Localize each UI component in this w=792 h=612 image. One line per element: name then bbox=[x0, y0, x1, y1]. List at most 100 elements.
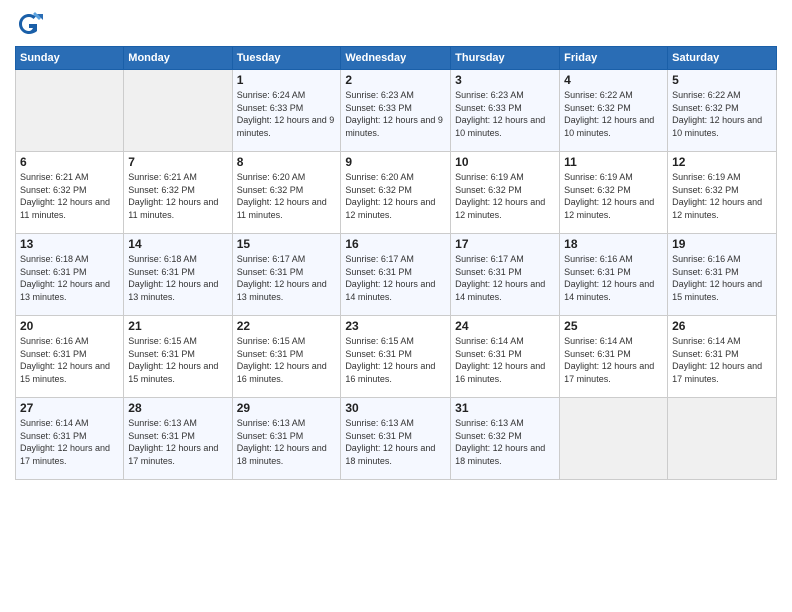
weekday-header-sunday: Sunday bbox=[16, 47, 124, 70]
day-number: 4 bbox=[564, 73, 663, 87]
logo-icon bbox=[15, 10, 43, 38]
day-info: Sunrise: 6:21 AM Sunset: 6:32 PM Dayligh… bbox=[128, 171, 227, 221]
calendar-body: 1 Sunrise: 6:24 AM Sunset: 6:33 PM Daylig… bbox=[16, 70, 777, 480]
calendar-cell: 23 Sunrise: 6:15 AM Sunset: 6:31 PM Dayli… bbox=[341, 316, 451, 398]
day-info: Sunrise: 6:17 AM Sunset: 6:31 PM Dayligh… bbox=[237, 253, 337, 303]
calendar-cell: 17 Sunrise: 6:17 AM Sunset: 6:31 PM Dayli… bbox=[451, 234, 560, 316]
day-number: 25 bbox=[564, 319, 663, 333]
day-number: 2 bbox=[345, 73, 446, 87]
day-info: Sunrise: 6:20 AM Sunset: 6:32 PM Dayligh… bbox=[237, 171, 337, 221]
day-info: Sunrise: 6:15 AM Sunset: 6:31 PM Dayligh… bbox=[345, 335, 446, 385]
day-number: 22 bbox=[237, 319, 337, 333]
day-number: 16 bbox=[345, 237, 446, 251]
day-info: Sunrise: 6:14 AM Sunset: 6:31 PM Dayligh… bbox=[564, 335, 663, 385]
weekday-header-tuesday: Tuesday bbox=[232, 47, 341, 70]
day-number: 6 bbox=[20, 155, 119, 169]
weekday-header-saturday: Saturday bbox=[668, 47, 777, 70]
calendar-cell: 1 Sunrise: 6:24 AM Sunset: 6:33 PM Daylig… bbox=[232, 70, 341, 152]
day-number: 18 bbox=[564, 237, 663, 251]
day-info: Sunrise: 6:17 AM Sunset: 6:31 PM Dayligh… bbox=[455, 253, 555, 303]
calendar-cell: 31Sunrise: 6:13 AM Sunset: 6:32 PM Dayli… bbox=[451, 398, 560, 480]
calendar-cell bbox=[16, 70, 124, 152]
day-number: 8 bbox=[237, 155, 337, 169]
calendar-cell: 29 Sunrise: 6:13 AM Sunset: 6:31 PM Dayli… bbox=[232, 398, 341, 480]
weekday-header-row: SundayMondayTuesdayWednesdayThursdayFrid… bbox=[16, 47, 777, 70]
weekday-header-thursday: Thursday bbox=[451, 47, 560, 70]
calendar-cell: 6Sunrise: 6:21 AM Sunset: 6:32 PM Daylig… bbox=[16, 152, 124, 234]
calendar-cell: 21 Sunrise: 6:15 AM Sunset: 6:31 PM Dayli… bbox=[124, 316, 232, 398]
calendar-cell: 11 Sunrise: 6:19 AM Sunset: 6:32 PM Dayli… bbox=[560, 152, 668, 234]
weekday-header-wednesday: Wednesday bbox=[341, 47, 451, 70]
day-info: Sunrise: 6:23 AM Sunset: 6:33 PM Dayligh… bbox=[455, 89, 555, 139]
day-number: 17 bbox=[455, 237, 555, 251]
calendar-cell: 12 Sunrise: 6:19 AM Sunset: 6:32 PM Dayli… bbox=[668, 152, 777, 234]
calendar-page: SundayMondayTuesdayWednesdayThursdayFrid… bbox=[0, 0, 792, 612]
weekday-header-friday: Friday bbox=[560, 47, 668, 70]
calendar-week-4: 20 Sunrise: 6:16 AM Sunset: 6:31 PM Dayli… bbox=[16, 316, 777, 398]
calendar-cell: 25 Sunrise: 6:14 AM Sunset: 6:31 PM Dayli… bbox=[560, 316, 668, 398]
day-number: 11 bbox=[564, 155, 663, 169]
day-number: 29 bbox=[237, 401, 337, 415]
calendar-cell: 24 Sunrise: 6:14 AM Sunset: 6:31 PM Dayli… bbox=[451, 316, 560, 398]
day-info: Sunrise: 6:18 AM Sunset: 6:31 PM Dayligh… bbox=[128, 253, 227, 303]
calendar-table: SundayMondayTuesdayWednesdayThursdayFrid… bbox=[15, 46, 777, 480]
day-info: Sunrise: 6:16 AM Sunset: 6:31 PM Dayligh… bbox=[672, 253, 772, 303]
header bbox=[15, 10, 777, 38]
calendar-cell: 13Sunrise: 6:18 AM Sunset: 6:31 PM Dayli… bbox=[16, 234, 124, 316]
calendar-cell: 7 Sunrise: 6:21 AM Sunset: 6:32 PM Daylig… bbox=[124, 152, 232, 234]
day-info: Sunrise: 6:24 AM Sunset: 6:33 PM Dayligh… bbox=[237, 89, 337, 139]
calendar-cell bbox=[124, 70, 232, 152]
day-info: Sunrise: 6:14 AM Sunset: 6:31 PM Dayligh… bbox=[455, 335, 555, 385]
weekday-header-monday: Monday bbox=[124, 47, 232, 70]
calendar-cell: 4 Sunrise: 6:22 AM Sunset: 6:32 PM Daylig… bbox=[560, 70, 668, 152]
day-info: Sunrise: 6:15 AM Sunset: 6:31 PM Dayligh… bbox=[237, 335, 337, 385]
calendar-cell: 16 Sunrise: 6:17 AM Sunset: 6:31 PM Dayli… bbox=[341, 234, 451, 316]
day-info: Sunrise: 6:17 AM Sunset: 6:31 PM Dayligh… bbox=[345, 253, 446, 303]
calendar-week-2: 6 Sunrise: 6:21 AM Sunset: 6:32 PM Daylig… bbox=[16, 152, 777, 234]
day-number: 1 bbox=[237, 73, 337, 87]
day-number: 3 bbox=[455, 73, 555, 87]
calendar-cell: 10Sunrise: 6:19 AM Sunset: 6:32 PM Dayli… bbox=[451, 152, 560, 234]
day-info: Sunrise: 6:19 AM Sunset: 6:32 PM Dayligh… bbox=[672, 171, 772, 221]
day-info: Sunrise: 6:13 AM Sunset: 6:31 PM Dayligh… bbox=[237, 417, 337, 467]
day-number: 30 bbox=[345, 401, 446, 415]
day-info: Sunrise: 6:22 AM Sunset: 6:32 PM Dayligh… bbox=[564, 89, 663, 139]
day-number: 20 bbox=[20, 319, 119, 333]
day-number: 15 bbox=[237, 237, 337, 251]
day-number: 27 bbox=[20, 401, 119, 415]
day-number: 13 bbox=[20, 237, 119, 251]
day-info: Sunrise: 6:19 AM Sunset: 6:32 PM Dayligh… bbox=[564, 171, 663, 221]
day-number: 19 bbox=[672, 237, 772, 251]
calendar-cell: 22 Sunrise: 6:15 AM Sunset: 6:31 PM Dayli… bbox=[232, 316, 341, 398]
day-number: 24 bbox=[455, 319, 555, 333]
calendar-cell: 19 Sunrise: 6:16 AM Sunset: 6:31 PM Dayli… bbox=[668, 234, 777, 316]
calendar-cell: 14 Sunrise: 6:18 AM Sunset: 6:31 PM Dayli… bbox=[124, 234, 232, 316]
day-number: 9 bbox=[345, 155, 446, 169]
calendar-cell: 2 Sunrise: 6:23 AM Sunset: 6:33 PM Daylig… bbox=[341, 70, 451, 152]
calendar-header: SundayMondayTuesdayWednesdayThursdayFrid… bbox=[16, 47, 777, 70]
day-info: Sunrise: 6:16 AM Sunset: 6:31 PM Dayligh… bbox=[20, 335, 119, 385]
day-info: Sunrise: 6:13 AM Sunset: 6:32 PM Dayligh… bbox=[455, 417, 555, 467]
day-info: Sunrise: 6:20 AM Sunset: 6:32 PM Dayligh… bbox=[345, 171, 446, 221]
calendar-cell: 3 Sunrise: 6:23 AM Sunset: 6:33 PM Daylig… bbox=[451, 70, 560, 152]
day-info: Sunrise: 6:23 AM Sunset: 6:33 PM Dayligh… bbox=[345, 89, 446, 139]
day-number: 23 bbox=[345, 319, 446, 333]
day-info: Sunrise: 6:22 AM Sunset: 6:32 PM Dayligh… bbox=[672, 89, 772, 139]
calendar-cell: 27Sunrise: 6:14 AM Sunset: 6:31 PM Dayli… bbox=[16, 398, 124, 480]
day-info: Sunrise: 6:19 AM Sunset: 6:32 PM Dayligh… bbox=[455, 171, 555, 221]
calendar-cell: 28Sunrise: 6:13 AM Sunset: 6:31 PM Dayli… bbox=[124, 398, 232, 480]
day-number: 12 bbox=[672, 155, 772, 169]
day-info: Sunrise: 6:13 AM Sunset: 6:31 PM Dayligh… bbox=[345, 417, 446, 467]
calendar-cell: 20 Sunrise: 6:16 AM Sunset: 6:31 PM Dayli… bbox=[16, 316, 124, 398]
calendar-cell: 9 Sunrise: 6:20 AM Sunset: 6:32 PM Daylig… bbox=[341, 152, 451, 234]
calendar-week-3: 13 Sunrise: 6:18 AM Sunset: 6:31 PM Dayli… bbox=[16, 234, 777, 316]
day-info: Sunrise: 6:15 AM Sunset: 6:31 PM Dayligh… bbox=[128, 335, 227, 385]
calendar-cell bbox=[668, 398, 777, 480]
calendar-cell bbox=[560, 398, 668, 480]
day-number: 21 bbox=[128, 319, 227, 333]
day-number: 14 bbox=[128, 237, 227, 251]
calendar-cell: 5Sunrise: 6:22 AM Sunset: 6:32 PM Daylig… bbox=[668, 70, 777, 152]
day-info: Sunrise: 6:14 AM Sunset: 6:31 PM Dayligh… bbox=[672, 335, 772, 385]
day-info: Sunrise: 6:13 AM Sunset: 6:31 PM Dayligh… bbox=[128, 417, 227, 467]
day-number: 7 bbox=[128, 155, 227, 169]
